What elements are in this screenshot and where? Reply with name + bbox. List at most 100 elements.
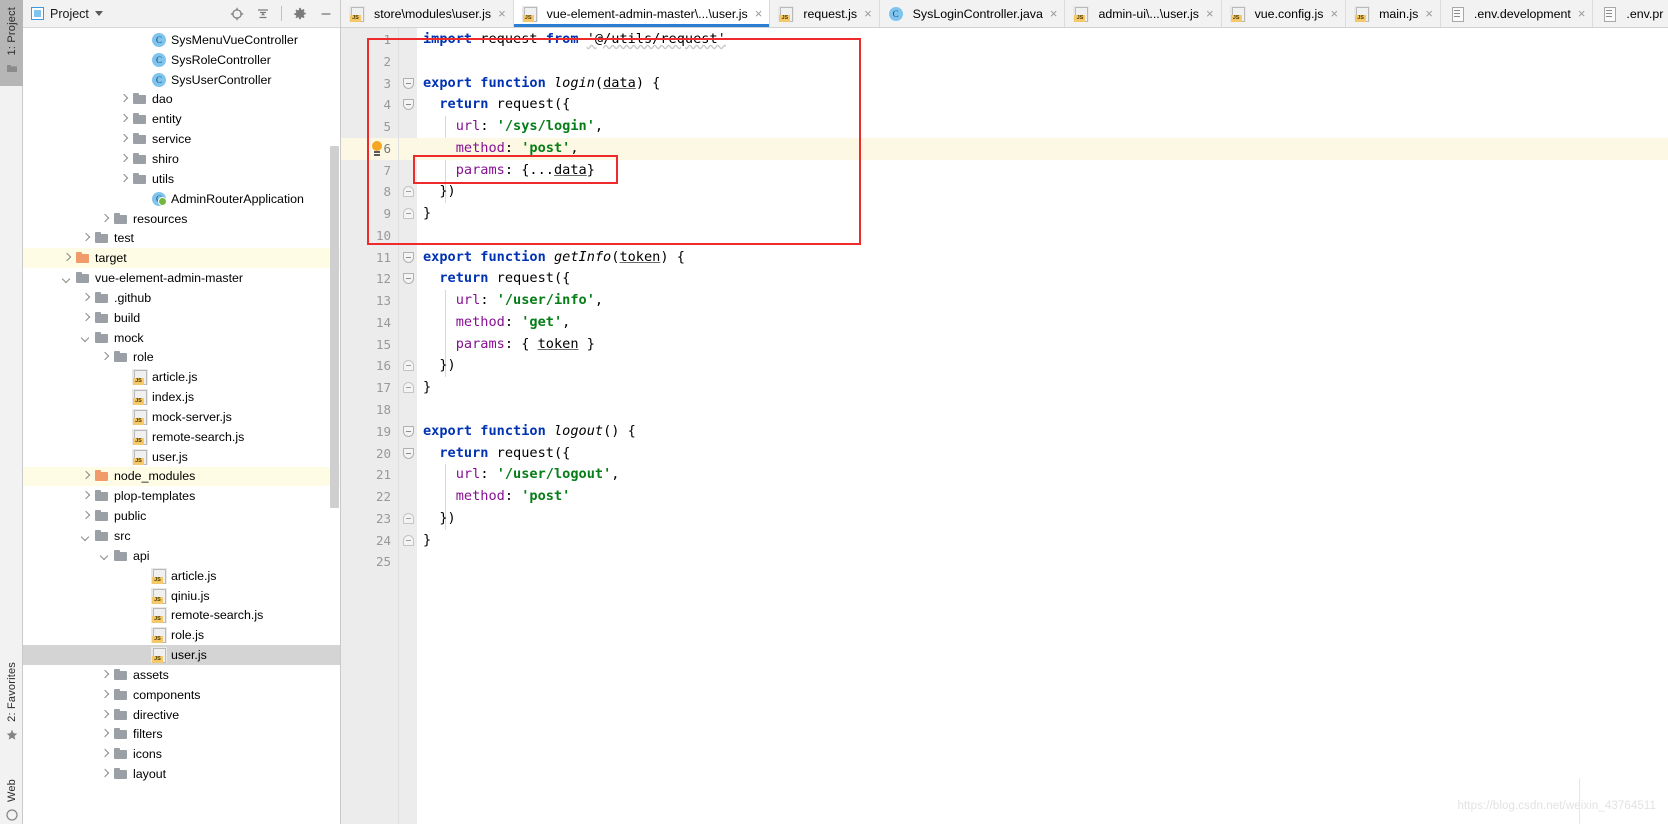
tree-item-entity[interactable]: entity xyxy=(23,109,340,129)
close-icon[interactable]: × xyxy=(496,7,506,20)
editor-fold-gutter[interactable] xyxy=(399,28,417,824)
editor-code-area[interactable]: import request from '@/utils/request' exp… xyxy=(372,28,1668,824)
tree-item-icons[interactable]: icons xyxy=(23,744,340,764)
fold-row[interactable] xyxy=(399,268,417,290)
editor-tab--env-pr[interactable]: .env.pr xyxy=(1593,0,1668,27)
chevron-right-icon[interactable] xyxy=(80,292,91,303)
code-line[interactable]: method: 'get', xyxy=(417,312,1668,334)
chevron-right-icon[interactable] xyxy=(61,253,72,264)
chevron-down-icon[interactable] xyxy=(99,550,110,561)
tree-item--github[interactable]: .github xyxy=(23,288,340,308)
tree-item-role-js[interactable]: role.js xyxy=(23,625,340,645)
chevron-down-icon[interactable] xyxy=(80,332,91,343)
fold-expanded-icon[interactable] xyxy=(403,447,414,459)
tree-item-role[interactable]: role xyxy=(23,348,340,368)
code-line[interactable]: import request from '@/utils/request' xyxy=(417,29,1668,51)
fold-end-icon[interactable] xyxy=(403,186,414,198)
tree-item-resources[interactable]: resources xyxy=(23,209,340,229)
tree-item-service[interactable]: service xyxy=(23,129,340,149)
chevron-down-icon[interactable] xyxy=(80,531,91,542)
fold-row[interactable] xyxy=(399,421,417,443)
chevron-right-icon[interactable] xyxy=(99,669,110,680)
chevron-right-icon[interactable] xyxy=(80,511,91,522)
code-line[interactable]: } xyxy=(417,377,1668,399)
code-line[interactable]: export function login(data) { xyxy=(417,73,1668,95)
code-line[interactable]: return request({ xyxy=(417,94,1668,116)
chevron-right-icon[interactable] xyxy=(118,94,129,105)
fold-expanded-icon[interactable] xyxy=(403,77,414,89)
tree-item-dao[interactable]: dao xyxy=(23,90,340,110)
tree-item-remote-search-js[interactable]: remote-search.js xyxy=(23,427,340,447)
code-line[interactable]: export function getInfo(token) { xyxy=(417,247,1668,269)
fold-end-icon[interactable] xyxy=(403,208,414,220)
tree-item-sysmenuvuecontroller[interactable]: C SysMenuVueController xyxy=(23,30,340,50)
editor-tab-admin-ui-----user-js[interactable]: admin-ui\...\user.js × xyxy=(1065,0,1222,27)
fold-expanded-icon[interactable] xyxy=(403,273,414,285)
chevron-right-icon[interactable] xyxy=(99,729,110,740)
code-line[interactable]: return request({ xyxy=(417,443,1668,465)
tree-item-adminrouterapplication[interactable]: C AdminRouterApplication xyxy=(23,189,340,209)
tree-item-index-js[interactable]: index.js xyxy=(23,387,340,407)
tree-item-user-js[interactable]: user.js xyxy=(23,447,340,467)
fold-expanded-icon[interactable] xyxy=(403,425,414,437)
editor-tab-request-js[interactable]: request.js × xyxy=(770,0,880,27)
code-line[interactable]: url: '/sys/login', xyxy=(417,116,1668,138)
fold-row[interactable] xyxy=(399,73,417,95)
tool-tab-web[interactable]: Web xyxy=(0,776,23,824)
chevron-down-icon[interactable] xyxy=(61,273,72,284)
fold-row[interactable] xyxy=(399,94,417,116)
close-icon[interactable]: × xyxy=(862,7,872,20)
chevron-right-icon[interactable] xyxy=(80,491,91,502)
fold-row[interactable] xyxy=(399,443,417,465)
code-line[interactable] xyxy=(417,399,1668,421)
editor-tab-vue-element-admin-master-----user-js[interactable]: vue-element-admin-master\...\user.js × xyxy=(513,0,771,27)
locate-in-tree-icon[interactable] xyxy=(227,4,247,24)
tree-item-layout[interactable]: layout xyxy=(23,764,340,784)
code-line[interactable]: method: 'post', xyxy=(417,137,1668,160)
hide-panel-icon[interactable] xyxy=(316,4,336,24)
tree-item-qiniu-js[interactable]: qiniu.js xyxy=(23,586,340,606)
tool-tab-project[interactable]: 1: Project xyxy=(0,0,23,86)
tree-item-plop-templates[interactable]: plop-templates xyxy=(23,486,340,506)
tree-item-assets[interactable]: assets xyxy=(23,665,340,685)
chevron-right-icon[interactable] xyxy=(118,114,129,125)
editor-tab-store-modules-user-js[interactable]: store\modules\user.js × xyxy=(341,0,514,27)
tree-item-article-js[interactable]: article.js xyxy=(23,566,340,586)
chevron-right-icon[interactable] xyxy=(99,352,110,363)
fold-row[interactable] xyxy=(399,377,417,399)
close-icon[interactable]: × xyxy=(1328,7,1338,20)
close-icon[interactable]: × xyxy=(1423,7,1433,20)
chevron-right-icon[interactable] xyxy=(99,749,110,760)
fold-expanded-icon[interactable] xyxy=(403,99,414,111)
code-line[interactable]: }) xyxy=(417,181,1668,203)
tree-item-utils[interactable]: utils xyxy=(23,169,340,189)
code-line[interactable]: } xyxy=(417,203,1668,225)
tree-item-node_modules[interactable]: node_modules xyxy=(23,466,340,487)
tool-tab-favorites[interactable]: 2: Favorites xyxy=(0,659,23,744)
chevron-right-icon[interactable] xyxy=(80,471,91,482)
code-line[interactable]: export function logout() { xyxy=(417,421,1668,443)
intention-bulb-icon[interactable] xyxy=(369,141,385,157)
tree-item-mock-server-js[interactable]: mock-server.js xyxy=(23,407,340,427)
project-file-tree[interactable]: C SysMenuVueController C SysRoleController C… xyxy=(23,28,340,824)
close-icon[interactable]: × xyxy=(1576,7,1586,20)
editor-tab-main-js[interactable]: main.js × xyxy=(1346,0,1441,27)
fold-row[interactable] xyxy=(399,181,417,203)
code-line[interactable]: method: 'post' xyxy=(417,486,1668,508)
chevron-right-icon[interactable] xyxy=(118,134,129,145)
fold-end-icon[interactable] xyxy=(403,512,414,524)
fold-row[interactable] xyxy=(399,508,417,530)
chevron-right-icon[interactable] xyxy=(99,709,110,720)
tree-item-public[interactable]: public xyxy=(23,506,340,526)
tree-item-target[interactable]: target xyxy=(23,248,340,269)
editor-tab-bar[interactable]: store\modules\user.js×vue-element-admin-… xyxy=(341,0,1668,28)
code-line[interactable]: }) xyxy=(417,355,1668,377)
project-tree-scrollbar[interactable] xyxy=(330,146,339,508)
code-line[interactable]: params: {...data} xyxy=(417,160,1668,182)
chevron-right-icon[interactable] xyxy=(118,153,129,164)
editor-tab--env-development[interactable]: .env.development × xyxy=(1440,0,1594,27)
collapse-all-icon[interactable] xyxy=(253,4,273,24)
chevron-right-icon[interactable] xyxy=(80,233,91,244)
tree-item-shiro[interactable]: shiro xyxy=(23,149,340,169)
code-line[interactable]: url: '/user/info', xyxy=(417,290,1668,312)
